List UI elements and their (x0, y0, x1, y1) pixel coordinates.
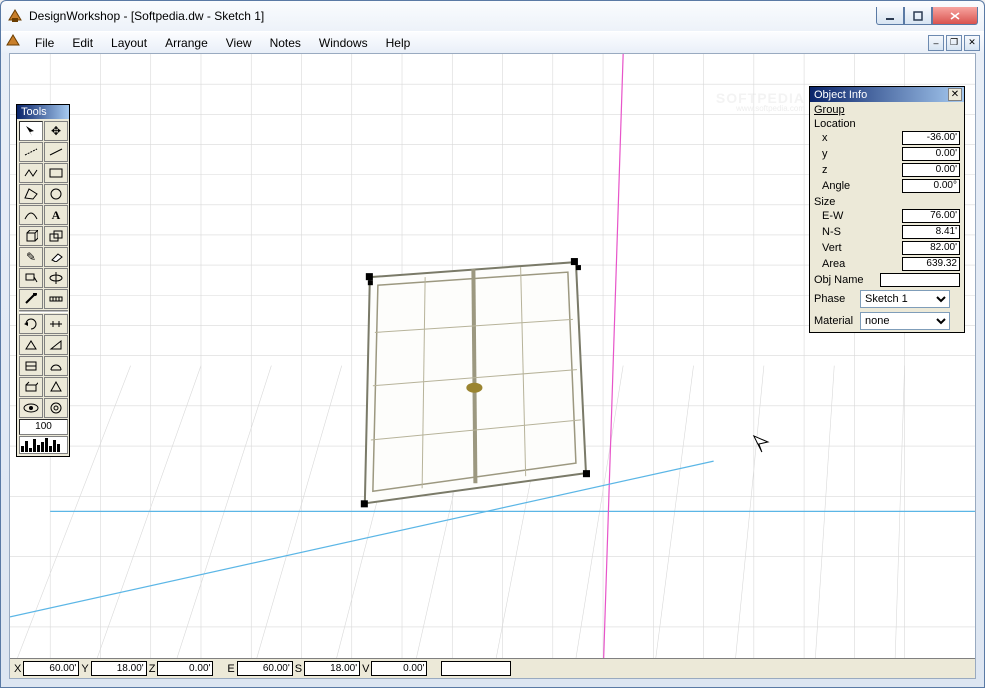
tool-pencil[interactable]: ✎ (19, 247, 43, 267)
material-label: Material (814, 315, 860, 327)
area-value[interactable]: 639.32 (902, 257, 960, 271)
tool-wall[interactable] (19, 356, 43, 376)
mdi-restore-button[interactable]: ❐ (946, 35, 962, 51)
status-y-label: Y (81, 663, 88, 675)
tool-paint[interactable] (19, 268, 43, 288)
tool-tri2[interactable] (44, 335, 68, 355)
tool-measure[interactable] (44, 289, 68, 309)
vert-label: Vert (814, 242, 902, 254)
menubar: File Edit Layout Arrange View Notes Wind… (1, 31, 984, 53)
minimize-button[interactable] (876, 7, 904, 25)
status-v-value[interactable]: 0.00' (371, 661, 427, 676)
ns-label: N-S (814, 226, 902, 238)
x-label: x (814, 132, 902, 144)
status-v-label: V (362, 663, 369, 675)
tool-cone[interactable] (44, 377, 68, 397)
selected-object (361, 258, 590, 507)
tools-title[interactable]: Tools (17, 105, 69, 119)
status-z-value[interactable]: 0.00' (157, 661, 213, 676)
window-controls (876, 7, 978, 25)
material-select[interactable]: none (860, 312, 950, 330)
z-value[interactable]: 0.00' (902, 163, 960, 177)
menu-help[interactable]: Help (378, 34, 419, 52)
tool-line[interactable] (44, 142, 68, 162)
status-e-value[interactable]: 60.00' (237, 661, 293, 676)
menu-layout[interactable]: Layout (103, 34, 155, 52)
tool-box[interactable] (19, 377, 43, 397)
app-icon (7, 8, 23, 24)
tool-rect[interactable] (44, 163, 68, 183)
phase-select[interactable]: Sketch 1 (860, 290, 950, 308)
status-bar: X 60.00' Y 18.00' Z 0.00' E 60.00' S 18.… (10, 658, 975, 678)
menu-windows[interactable]: Windows (311, 34, 376, 52)
tool-move[interactable]: ✥ (44, 121, 68, 141)
objinfo-title[interactable]: Object Info (814, 89, 948, 101)
mdi-controls: ‒ ❐ ✕ (928, 35, 980, 51)
menu-arrange[interactable]: Arrange (157, 34, 216, 52)
objname-value[interactable] (880, 273, 960, 287)
menu-view[interactable]: View (218, 34, 260, 52)
objinfo-close-button[interactable]: ✕ (948, 88, 962, 101)
ew-value[interactable]: 76.00' (902, 209, 960, 223)
ew-label: E-W (814, 210, 902, 222)
doc-icon (5, 33, 21, 52)
tool-histogram[interactable] (19, 436, 68, 454)
z-label: z (814, 164, 902, 176)
status-x-label: X (14, 663, 21, 675)
y-value[interactable]: 0.00' (902, 147, 960, 161)
tool-snap[interactable] (44, 314, 68, 334)
phase-label: Phase (814, 293, 860, 305)
mdi-minimize-button[interactable]: ‒ (928, 35, 944, 51)
app-window: DesignWorkshop - [Softpedia.dw - Sketch … (0, 0, 985, 688)
close-button[interactable] (932, 7, 978, 25)
ns-value[interactable]: 8.41' (902, 225, 960, 239)
size-label: Size (810, 194, 964, 208)
group-label: Group (814, 104, 845, 116)
menu-file[interactable]: File (27, 34, 62, 52)
menu-edit[interactable]: Edit (64, 34, 101, 52)
tool-cube[interactable] (19, 226, 43, 246)
y-label: y (814, 148, 902, 160)
tool-polygon[interactable] (19, 184, 43, 204)
status-z-label: Z (149, 663, 156, 675)
tool-rotate[interactable] (19, 314, 43, 334)
objname-label: Obj Name (814, 274, 880, 286)
tool-rotate3d[interactable] (44, 268, 68, 288)
tools-palette[interactable]: Tools ✥ A ✎ (16, 104, 70, 457)
tool-eye[interactable] (19, 398, 43, 418)
vert-value[interactable]: 82.00' (902, 241, 960, 255)
mdi-close-button[interactable]: ✕ (964, 35, 980, 51)
status-y-value[interactable]: 18.00' (91, 661, 147, 676)
client-area: SOFTPEDIA SOFTPEDIA www.softpedia.com (9, 53, 976, 679)
status-s-label: S (295, 663, 302, 675)
tool-eraser[interactable] (44, 247, 68, 267)
titlebar[interactable]: DesignWorkshop - [Softpedia.dw - Sketch … (1, 1, 984, 31)
status-x-value[interactable]: 60.00' (23, 661, 79, 676)
tool-target[interactable] (44, 398, 68, 418)
tool-line-dotted[interactable] (19, 142, 43, 162)
tool-tri[interactable] (19, 335, 43, 355)
area-label: Area (814, 258, 902, 270)
tool-circle[interactable] (44, 184, 68, 204)
tool-extrude[interactable] (44, 226, 68, 246)
maximize-button[interactable] (904, 7, 932, 25)
tool-select[interactable] (19, 121, 43, 141)
tool-polyline[interactable] (19, 163, 43, 183)
status-s-value[interactable]: 18.00' (304, 661, 360, 676)
tool-eyedropper[interactable] (19, 289, 43, 309)
angle-label: Angle (814, 180, 902, 192)
x-value[interactable]: -36.00' (902, 131, 960, 145)
location-label: Location (810, 116, 964, 130)
status-e-label: E (227, 663, 234, 675)
tool-dome[interactable] (44, 356, 68, 376)
tool-arc[interactable] (19, 205, 43, 225)
menu-notes[interactable]: Notes (262, 34, 309, 52)
zoom-value[interactable]: 100 (19, 419, 68, 435)
object-info-palette[interactable]: Object Info ✕ Group Location x-36.00' y0… (809, 86, 965, 333)
tool-text[interactable]: A (44, 205, 68, 225)
status-extra-value[interactable] (441, 661, 511, 676)
window-title: DesignWorkshop - [Softpedia.dw - Sketch … (29, 9, 876, 23)
angle-value[interactable]: 0.00° (902, 179, 960, 193)
